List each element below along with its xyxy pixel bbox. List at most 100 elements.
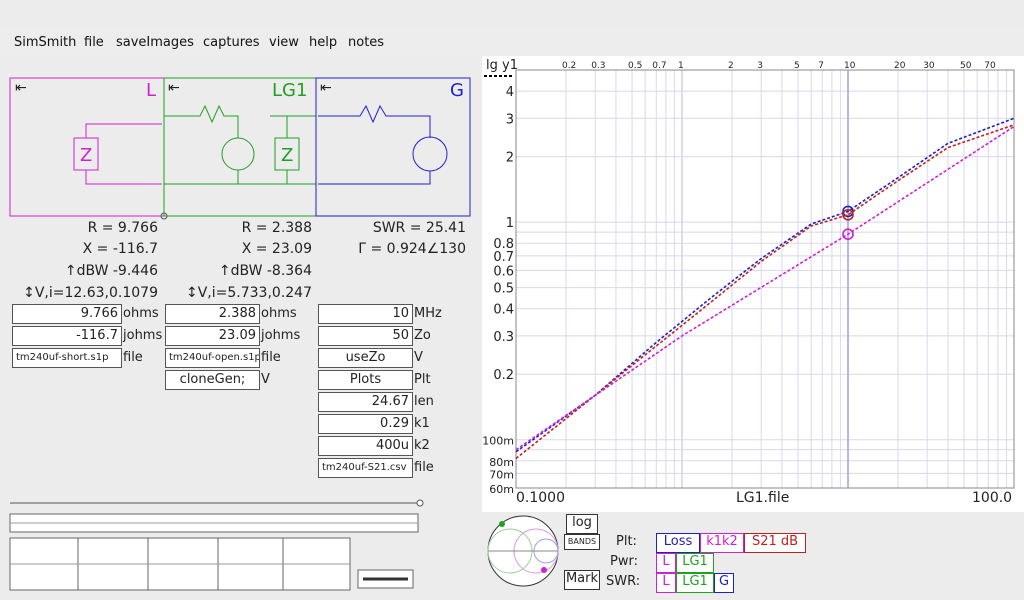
- y-tick-label: 0.4: [493, 303, 514, 318]
- x-top-tick-label: 0.3: [591, 61, 605, 71]
- lg1-x-readout: X = 23.09: [241, 241, 312, 257]
- g-block[interactable]: [315, 77, 471, 217]
- l-x-readout: X = -116.7: [82, 241, 158, 257]
- component-thumbnails[interactable]: [8, 498, 428, 598]
- smith-chart-thumbnail[interactable]: [484, 512, 562, 590]
- mark-button[interactable]: Mark: [564, 570, 600, 590]
- g-usezo-unit: V: [414, 350, 423, 365]
- menu-notes[interactable]: notes: [348, 35, 384, 50]
- y-tick-label: 0.2: [493, 368, 514, 383]
- lg1-dbw-readout: ↑dBW -8.364: [218, 263, 312, 279]
- swr-label: SWR:: [606, 574, 641, 589]
- plt-loss-button[interactable]: Loss: [656, 533, 700, 553]
- g-zo-input[interactable]: 50: [318, 326, 413, 346]
- g-usezo-input[interactable]: useZo: [318, 348, 413, 368]
- menu-simsmith[interactable]: SimSmith: [14, 35, 76, 50]
- x-top-tick-label: 0.7: [652, 61, 666, 71]
- plt-label: Plt:: [616, 534, 637, 549]
- x-top-tick-label: 1: [678, 61, 684, 71]
- lg1-resistance-unit: ohms: [261, 306, 297, 321]
- x-top-tick-label: 5: [794, 61, 800, 71]
- menu-bar: SimSmith file saveImages captures view h…: [0, 30, 1024, 56]
- lg1-clonegen-input[interactable]: cloneGen;: [165, 370, 260, 390]
- y-tick-label: 3: [506, 112, 514, 127]
- menu-view[interactable]: view: [269, 35, 299, 50]
- lg1-arrow[interactable]: ⇤: [168, 80, 180, 96]
- x-top-tick-label: 2: [728, 61, 734, 71]
- l-file-input[interactable]: tm240uf-short.s1p: [12, 348, 122, 368]
- g-file-unit: file: [414, 460, 434, 475]
- log-button[interactable]: log: [566, 514, 598, 534]
- g-zo-unit: Zo: [414, 328, 431, 343]
- y-tick-label: 0.5: [493, 282, 514, 297]
- g-k1-unit: k1: [414, 416, 430, 431]
- l-reactance-input[interactable]: -116.7: [12, 326, 122, 346]
- plot-frame: [515, 69, 1015, 489]
- g-k2-unit: k2: [414, 438, 430, 453]
- lg1-resistance-input[interactable]: 2.388: [165, 304, 260, 324]
- l-reactance-unit: johms: [123, 328, 163, 343]
- lg1-reactance-unit: johms: [261, 328, 301, 343]
- log-log-chart: 0.2 0.3 0.5 0.7 1 2 3 5 7 10 20 30 50 7043210.80.70.6…: [482, 61, 1015, 496]
- swr-g-toggle[interactable]: G: [714, 573, 734, 593]
- swr-lg1-toggle[interactable]: LG1: [676, 573, 714, 593]
- x-top-tick-label: 3: [757, 61, 763, 71]
- g-plots-input[interactable]: Plots: [318, 370, 413, 390]
- l-impedance-z: Z: [80, 145, 92, 166]
- plot-area[interactable]: 0.2 0.3 0.5 0.7 1 2 3 5 7 10 20 30 50 70 4 3 2 1 0.8 0.7 0.6…: [482, 56, 1024, 512]
- l-title: L: [146, 80, 157, 101]
- x-top-tick-label: 30: [923, 61, 935, 71]
- series-line: [515, 124, 1015, 460]
- bands-button[interactable]: BANDS: [564, 534, 600, 550]
- menu-help[interactable]: help: [309, 35, 337, 50]
- g-swr-readout: SWR = 25.41: [372, 220, 466, 236]
- x-top-tick-label: 10: [844, 61, 856, 71]
- l-resistance-input[interactable]: 9.766: [12, 304, 122, 324]
- g-len-unit: len: [414, 394, 434, 409]
- x-top-tick-label: 0.2: [562, 61, 576, 71]
- y-tick-label: 70m: [489, 468, 514, 481]
- y-tick-label: 60m: [489, 483, 514, 496]
- pwr-lg1-toggle[interactable]: LG1: [676, 553, 714, 573]
- lg1-file-input[interactable]: tm240uf-open.s1p: [165, 348, 260, 368]
- x-top-tick-label: 50: [960, 61, 972, 71]
- g-file-input[interactable]: tm240uf-S21.csv: [318, 458, 413, 478]
- l-resistance-unit: ohms: [123, 306, 159, 321]
- g-k1-input[interactable]: 0.29: [318, 414, 413, 434]
- pwr-l-toggle[interactable]: L: [656, 553, 676, 573]
- l-dbw-readout: ↑dBW -9.446: [64, 263, 158, 279]
- x-axis-left-value: 0.1000: [516, 490, 565, 506]
- plt-k1k2-button[interactable]: k1k2: [700, 533, 744, 553]
- swr-l-toggle[interactable]: L: [656, 573, 676, 593]
- g-k2-input[interactable]: 400u: [318, 436, 413, 456]
- g-plots-unit: Plt: [414, 372, 431, 387]
- pwr-label: Pwr:: [610, 554, 638, 569]
- lg1-impedance-z: Z: [281, 145, 293, 166]
- g-title: G: [450, 80, 464, 101]
- circuit-panel: Z Z ⇤ L ⇤ LG1 ⇤ G R = 9.766 X = -116.7 ↑…: [0, 56, 480, 600]
- lg1-reactance-input[interactable]: 23.09: [165, 326, 260, 346]
- circuit-schematic: Z Z: [9, 77, 471, 220]
- g-len-input[interactable]: 24.67: [318, 392, 413, 412]
- g-frequency-input[interactable]: 10: [318, 304, 413, 324]
- menu-file[interactable]: file: [84, 35, 104, 50]
- x-top-tick-label: 70: [984, 61, 996, 71]
- y-tick-label: 0.3: [493, 330, 514, 345]
- x-top-tick-label: 0.5: [628, 61, 642, 71]
- y-tick-label: 0.6: [493, 264, 514, 279]
- l-vi-readout: ↕V,i=12.63,0.1079: [23, 285, 158, 301]
- g-arrow[interactable]: ⇤: [320, 80, 332, 96]
- x-axis-label: LG1.file: [736, 490, 790, 506]
- menu-saveimages[interactable]: saveImages: [116, 35, 194, 50]
- plt-s21-button[interactable]: S21 dB: [744, 533, 806, 553]
- lg1-vi-readout: ↕V,i=5.733,0.247: [186, 285, 312, 301]
- lg1-title: LG1: [272, 80, 308, 101]
- menu-captures[interactable]: captures: [203, 35, 260, 50]
- g-generator-icon: [318, 104, 448, 185]
- lg1-clonegen-unit: V: [261, 372, 270, 387]
- y-tick-label: 0.7: [493, 250, 514, 265]
- l-arrow[interactable]: ⇤: [15, 80, 27, 96]
- y-tick-label: 100m: [482, 435, 514, 448]
- x-top-tick-label: 7: [818, 61, 824, 71]
- x-axis-right-value: 100.0: [972, 490, 1013, 506]
